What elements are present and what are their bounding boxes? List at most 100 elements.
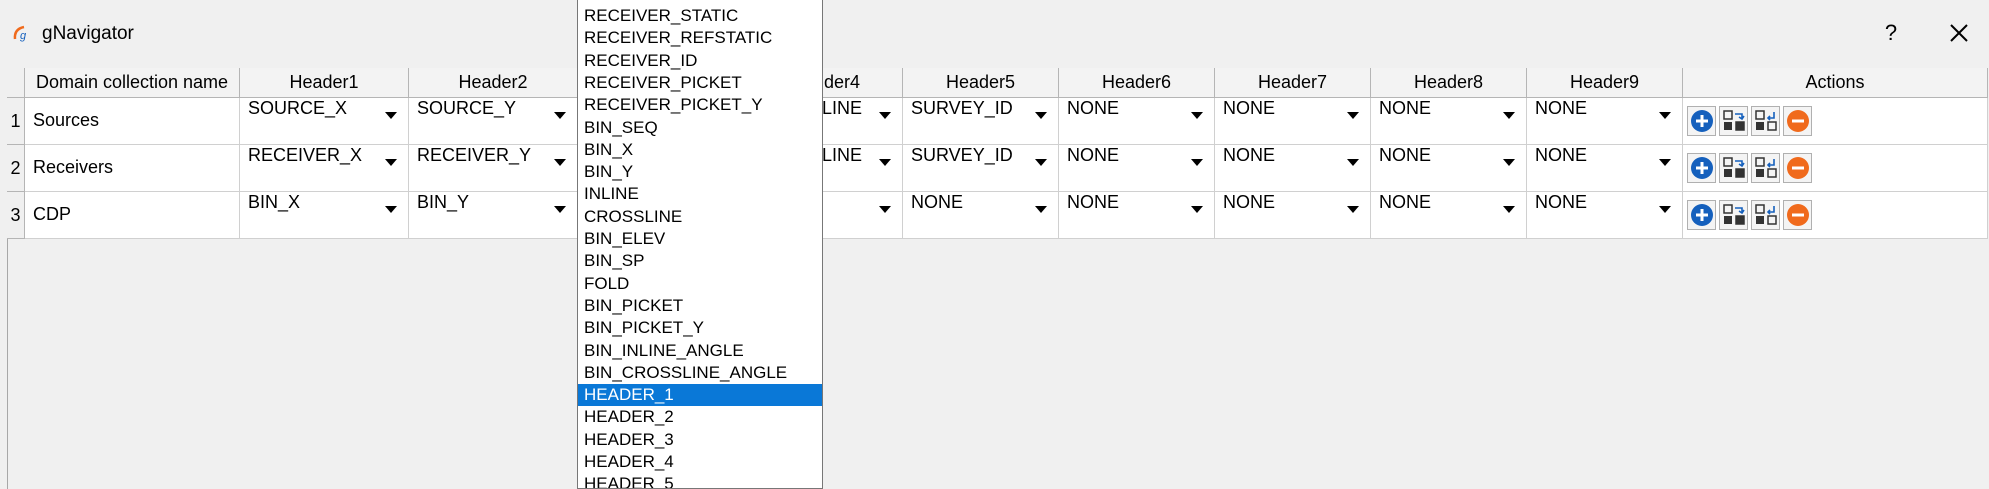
header-select-h7[interactable]: NONE: [1215, 98, 1371, 145]
domain-name-cell[interactable]: Sources: [25, 98, 240, 145]
copy-button[interactable]: [1719, 200, 1748, 230]
column-header-actions[interactable]: Actions: [1683, 68, 1988, 98]
dropdown-option[interactable]: BIN_INLINE_ANGLE: [578, 340, 822, 362]
select-value: NONE: [1067, 98, 1120, 118]
header-select-h9[interactable]: NONE: [1527, 98, 1683, 145]
domain-name-cell[interactable]: Receivers: [25, 145, 240, 192]
dropdown-option[interactable]: BIN_ELEV: [578, 228, 822, 250]
chevron-down-icon[interactable]: [385, 112, 397, 119]
dropdown-option[interactable]: RECEIVER_ID: [578, 50, 822, 72]
chevron-down-icon[interactable]: [879, 112, 891, 119]
chevron-down-icon[interactable]: [879, 159, 891, 166]
dropdown-option[interactable]: HEADER_2: [578, 406, 822, 428]
chevron-down-icon[interactable]: [879, 206, 891, 213]
dropdown-option[interactable]: BIN_X: [578, 139, 822, 161]
chevron-down-icon[interactable]: [1035, 206, 1047, 213]
header-select-h2[interactable]: RECEIVER_Y: [409, 145, 578, 192]
header-dropdown-list[interactable]: RECEIVER_STATIC RECEIVER_REFSTATIC RECEIVE…: [577, 0, 823, 489]
dropdown-option[interactable]: RECEIVER_PICKET: [578, 72, 822, 94]
chevron-down-icon[interactable]: [1659, 159, 1671, 166]
chevron-down-icon[interactable]: [554, 159, 566, 166]
column-header-header9[interactable]: Header9: [1527, 68, 1683, 98]
chevron-down-icon[interactable]: [1191, 159, 1203, 166]
dropdown-option[interactable]: FOLD: [578, 273, 822, 295]
dropdown-option[interactable]: HEADER_1: [578, 384, 822, 407]
chevron-down-icon[interactable]: [1191, 112, 1203, 119]
chevron-down-icon[interactable]: [1347, 159, 1359, 166]
chevron-down-icon[interactable]: [1035, 159, 1047, 166]
add-button[interactable]: [1687, 153, 1716, 183]
column-header-header8[interactable]: Header8: [1371, 68, 1527, 98]
header-select-h1[interactable]: SOURCE_X: [240, 98, 409, 145]
header-select-h1[interactable]: RECEIVER_X: [240, 145, 409, 192]
column-header-domain-collection-name[interactable]: Domain collection name: [25, 68, 240, 98]
dropdown-option[interactable]: CROSSLINE: [578, 206, 822, 228]
dropdown-option[interactable]: BIN_SEQ: [578, 117, 822, 139]
header-select-h6[interactable]: NONE: [1059, 145, 1215, 192]
row-number[interactable]: 1: [7, 98, 25, 145]
chevron-down-icon[interactable]: [1659, 206, 1671, 213]
header-select-h2[interactable]: BIN_Y: [409, 192, 578, 239]
chevron-down-icon[interactable]: [1503, 159, 1515, 166]
move-button[interactable]: [1751, 153, 1780, 183]
row-number[interactable]: 3: [7, 192, 25, 239]
header-select-h2[interactable]: SOURCE_Y: [409, 98, 578, 145]
move-button[interactable]: [1751, 106, 1780, 136]
remove-button[interactable]: [1783, 200, 1812, 230]
chevron-down-icon[interactable]: [385, 206, 397, 213]
dropdown-option[interactable]: RECEIVER_PICKET_Y: [578, 94, 822, 116]
dropdown-option[interactable]: RECEIVER_REFSTATIC: [578, 27, 822, 49]
dropdown-option[interactable]: BIN_PICKET_Y: [578, 317, 822, 339]
column-header-header7[interactable]: Header7: [1215, 68, 1371, 98]
chevron-down-icon[interactable]: [1347, 206, 1359, 213]
header-select-h5[interactable]: NONE: [903, 192, 1059, 239]
remove-button[interactable]: [1783, 153, 1812, 183]
chevron-down-icon[interactable]: [554, 206, 566, 213]
chevron-down-icon[interactable]: [1191, 206, 1203, 213]
chevron-down-icon[interactable]: [1659, 112, 1671, 119]
chevron-down-icon[interactable]: [1503, 112, 1515, 119]
move-button[interactable]: [1751, 200, 1780, 230]
add-button[interactable]: [1687, 106, 1716, 136]
chevron-down-icon[interactable]: [385, 159, 397, 166]
select-value: BIN_Y: [417, 192, 470, 212]
remove-button[interactable]: [1783, 106, 1812, 136]
column-header-header5[interactable]: Header5: [903, 68, 1059, 98]
add-button[interactable]: [1687, 200, 1716, 230]
chevron-down-icon[interactable]: [1503, 206, 1515, 213]
domain-name-cell[interactable]: CDP: [25, 192, 240, 239]
dropdown-option[interactable]: HEADER_4: [578, 451, 822, 473]
dropdown-option[interactable]: BIN_CROSSLINE_ANGLE: [578, 362, 822, 384]
row-number[interactable]: 2: [7, 145, 25, 192]
chevron-down-icon[interactable]: [554, 112, 566, 119]
header-select-h6[interactable]: NONE: [1059, 98, 1215, 145]
header-select-h8[interactable]: NONE: [1371, 98, 1527, 145]
dropdown-option[interactable]: RECEIVER_STATIC: [578, 5, 822, 27]
close-icon[interactable]: [1942, 16, 1976, 50]
header-select-h9[interactable]: NONE: [1527, 145, 1683, 192]
chevron-down-icon[interactable]: [1347, 112, 1359, 119]
header-select-h7[interactable]: NONE: [1215, 192, 1371, 239]
header-select-h9[interactable]: NONE: [1527, 192, 1683, 239]
actions-cell: [1683, 192, 1988, 239]
copy-button[interactable]: [1719, 153, 1748, 183]
column-header-header6[interactable]: Header6: [1059, 68, 1215, 98]
column-header-header1[interactable]: Header1: [240, 68, 409, 98]
header-select-h8[interactable]: NONE: [1371, 192, 1527, 239]
dropdown-option[interactable]: HEADER_3: [578, 429, 822, 451]
header-select-h5[interactable]: SURVEY_ID: [903, 145, 1059, 192]
header-select-h7[interactable]: NONE: [1215, 145, 1371, 192]
dropdown-option[interactable]: BIN_SP: [578, 250, 822, 272]
header-select-h5[interactable]: SURVEY_ID: [903, 98, 1059, 145]
header-select-h8[interactable]: NONE: [1371, 145, 1527, 192]
dropdown-option[interactable]: HEADER_5: [578, 473, 822, 488]
dropdown-option[interactable]: BIN_PICKET: [578, 295, 822, 317]
header-select-h1[interactable]: BIN_X: [240, 192, 409, 239]
column-header-header2[interactable]: Header2: [409, 68, 578, 98]
header-select-h6[interactable]: NONE: [1059, 192, 1215, 239]
help-button[interactable]: ?: [1876, 16, 1906, 50]
copy-button[interactable]: [1719, 106, 1748, 136]
chevron-down-icon[interactable]: [1035, 112, 1047, 119]
dropdown-option[interactable]: BIN_Y: [578, 161, 822, 183]
dropdown-option[interactable]: INLINE: [578, 183, 822, 205]
